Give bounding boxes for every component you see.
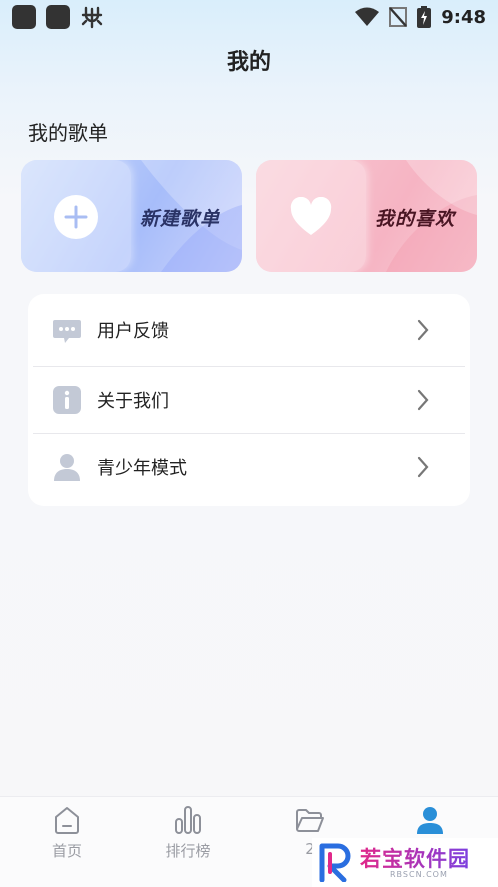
folder-icon: [296, 809, 324, 832]
plus-icon: [64, 205, 88, 229]
watermark-subtext: RBSCN.COM: [390, 870, 448, 879]
tab-home[interactable]: 首页: [22, 805, 112, 861]
new-playlist-card[interactable]: 新建歌单: [21, 160, 242, 272]
add-circle: [54, 195, 98, 239]
card-panel: [21, 160, 131, 272]
tab-profile[interactable]: [385, 805, 475, 840]
chevron-right-icon: [417, 319, 429, 340]
new-playlist-label: 新建歌单: [140, 208, 221, 230]
feedback-icon: [53, 319, 81, 343]
no-signal-icon: [389, 7, 408, 27]
heart-container: [289, 195, 333, 239]
profile-icon: [417, 807, 443, 834]
wifi-icon: [355, 7, 380, 26]
page-title: 我的: [226, 50, 271, 75]
user-icon: [54, 453, 80, 481]
favorites-label: 我的喜欢: [375, 208, 456, 230]
heart-icon: [290, 197, 332, 235]
menu-label: 用户反馈: [97, 320, 169, 342]
watermark-logo: [319, 843, 351, 882]
status-time: 9:48: [441, 6, 486, 28]
bug-icon: [81, 6, 103, 29]
home-icon: [55, 807, 79, 834]
tab-label: 排行榜: [165, 842, 211, 860]
chart-icon: [175, 806, 201, 834]
menu-label: 关于我们: [97, 390, 169, 412]
app-notification-icon: [46, 5, 70, 29]
watermark: 若宝软件园 RBSCN.COM: [312, 838, 498, 887]
section-title: 我的歌单: [28, 121, 108, 145]
status-bar: 9:48: [0, 0, 498, 34]
menu-label: 青少年模式: [97, 457, 187, 479]
watermark-text: 若宝软件园: [360, 843, 470, 873]
menu-item-about[interactable]: 关于我们: [28, 366, 470, 433]
card-panel: [256, 160, 366, 272]
menu-item-teen-mode[interactable]: 青少年模式: [28, 433, 470, 500]
info-icon: [53, 385, 81, 414]
battery-icon: [417, 6, 432, 28]
tab-ranking[interactable]: 排行榜: [143, 805, 233, 861]
status-left: [12, 5, 104, 29]
status-right: 9:48: [355, 6, 486, 28]
chevron-right-icon: [417, 389, 429, 410]
favorites-card[interactable]: 我的喜欢: [256, 160, 477, 272]
menu-item-feedback[interactable]: 用户反馈: [28, 296, 470, 363]
app-notification-icon: [12, 5, 36, 29]
settings-menu: 用户反馈 关于我们 青少年模式: [28, 294, 470, 506]
tab-label: 首页: [51, 842, 82, 860]
chevron-right-icon: [417, 456, 429, 477]
